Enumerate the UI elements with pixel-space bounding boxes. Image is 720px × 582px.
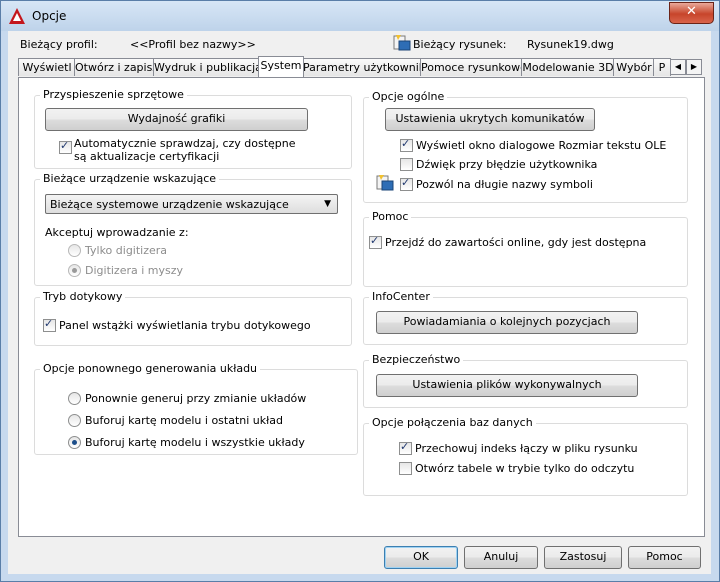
open-tables-readonly-checkbox[interactable] [399,462,412,475]
cache-model-all-layouts-label: Buforuj kartę modelu i wszystkie układy [85,436,305,449]
current-drawing-value: Rysunek19.dwg [527,38,614,51]
digitizer-only-label: Tylko digitizera [85,244,168,257]
auto-check-line2: są aktualizacje certyfikacji [74,150,220,163]
current-profile-label: Bieżący profil: [20,38,98,51]
pointing-device-value: Bieżące systemowe urządzenie wskazujące [50,198,289,211]
general-options-title: Opcje ogólne [369,90,448,103]
digitizer-only-radio[interactable] [68,244,81,257]
close-button[interactable]: ✕ [669,2,714,24]
long-symbol-names-checkbox[interactable] [400,176,413,191]
tab-parametry-uzytkownika[interactable]: Parametry użytkownika [302,58,422,76]
pointing-device-title: Bieżące urządzenie wskazujące [40,172,220,185]
window-title: Opcje [32,9,67,23]
hidden-messages-settings-button[interactable]: Ustawienia ukrytych komunikatów [385,108,595,131]
online-content-label: Przejdź do zawartości online, gdy jest d… [385,236,647,249]
touch-mode-ribbon-checkbox[interactable] [43,317,56,332]
auto-check-certification-label: Automatycznie sprawdzaj, czy dostępne są … [74,137,296,163]
regen-on-switch-radio[interactable] [68,392,81,405]
executable-files-settings-button[interactable]: Ustawienia plików wykonywalnych [376,374,638,397]
tab-scroll-right-button[interactable]: ▶ [686,59,702,75]
current-profile-value: <<Profil bez nazwy>> [130,38,256,51]
infocenter-title: InfoCenter [369,290,433,303]
cache-model-last-layout-radio[interactable] [68,414,81,427]
autocad-app-icon [9,8,25,24]
online-content-checkbox[interactable] [369,234,382,249]
tab-wybor[interactable]: Wybór [613,58,655,76]
long-symbol-names-label: Pozwól na długie nazwy symboli [416,178,593,191]
database-connectivity-title: Opcje połączenia baz danych [369,416,536,429]
tab-otworz-i-zapisz[interactable]: Otwórz i zapisz [74,58,155,76]
close-icon: ✕ [686,4,697,19]
tab-wydruk-i-publikacja[interactable]: Wydruk i publikacja [153,58,260,76]
beep-on-error-label: Dźwięk przy błędzie użytkownika [416,158,598,171]
store-links-index-checkbox[interactable] [399,440,412,455]
store-links-index-label: Przechowuj indeks łączy w pliku rysunku [415,442,638,455]
cancel-button[interactable]: Anuluj [464,546,538,569]
accept-input-label: Akceptuj wprowadzanie z: [45,226,189,239]
drawing-file-icon [393,35,411,51]
cache-model-all-layouts-radio[interactable] [68,436,81,449]
tab-system[interactable]: System [258,56,304,77]
tab-strip: Wyświetl Otwórz i zapisz Wydruk i publik… [18,56,704,77]
auto-check-certification-checkbox[interactable] [59,139,72,154]
ole-text-size-dialog-label: Wyświetl okno dialogowe Rozmiar tekstu O… [416,139,667,152]
options-dialog: Opcje ✕ Bieżący profil: <<Profil bez naz… [0,0,720,582]
apply-button[interactable]: Zastosuj [544,546,622,569]
open-tables-readonly-label: Otwórz tabele w trybie tylko do odczytu [415,462,635,475]
drawing-setting-icon [376,175,394,191]
regen-on-switch-label: Ponownie generuj przy zmianie układów [85,392,307,405]
graphics-performance-button[interactable]: Wydajność grafiki [45,108,308,131]
tab-scroll-left-button[interactable]: ◀ [670,59,686,75]
chevron-down-icon: ▼ [324,199,331,209]
digitizer-and-mouse-radio[interactable] [68,264,81,277]
security-title: Bezpieczeństwo [369,353,464,366]
help-button[interactable]: Pomoc [628,546,701,569]
ole-text-size-dialog-checkbox[interactable] [400,137,413,152]
balloon-notifications-button[interactable]: Powiadamiania o kolejnych pozycjach [376,311,638,334]
pointing-device-select[interactable]: Bieżące systemowe urządzenie wskazujące … [45,194,338,214]
database-connectivity-group: Opcje połączenia baz danych [363,416,688,496]
digitizer-and-mouse-label: Digitizera i myszy [85,264,184,277]
help-title: Pomoc [369,210,412,223]
tab-pomoce-rysunkowe[interactable]: Pomoce rysunkowe [420,58,523,76]
auto-check-line1: Automatycznie sprawdzaj, czy dostępne [74,137,296,150]
beep-on-error-checkbox[interactable] [400,158,413,171]
touch-mode-title: Tryb dotykowy [40,290,126,303]
current-drawing-label: Bieżący rysunek: [413,38,507,51]
tab-profile-partial[interactable]: P [653,58,671,76]
tab-modelowanie-3d[interactable]: Modelowanie 3D [521,58,615,76]
title-bar[interactable]: Opcje ✕ [1,1,719,31]
cache-model-last-layout-label: Buforuj kartę modelu i ostatni układ [85,414,283,427]
help-group: Pomoc [363,210,688,287]
touch-mode-ribbon-label: Panel wstążki wyświetlania trybu dotykow… [59,319,311,332]
tab-wyswietl[interactable]: Wyświetl [18,58,76,76]
layout-regen-title: Opcje ponownego generowania układu [40,362,261,375]
ok-button[interactable]: OK [384,546,458,569]
hardware-acceleration-title: Przyspieszenie sprzętowe [40,88,187,101]
